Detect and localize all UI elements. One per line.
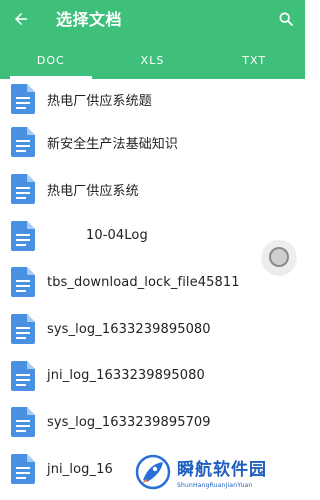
watermark-title: 瞬航软件园 xyxy=(177,460,267,480)
watermark-logo: 瞬航软件园 ShunHangRuanJianYuan xyxy=(133,448,303,496)
file-name: sys_log_1633239895080 xyxy=(47,321,211,337)
file-item[interactable]: sys_log_1633239895709 xyxy=(0,399,305,446)
file-name: jni_log_16 xyxy=(47,461,113,477)
file-name: 10-04Log xyxy=(86,228,148,244)
search-icon xyxy=(279,12,293,26)
document-icon xyxy=(11,127,35,158)
file-name: tbs_download_lock_file45811 xyxy=(47,274,240,290)
file-item[interactable]: 新安全生产法基础知识 xyxy=(0,119,305,166)
document-icon xyxy=(11,84,35,114)
document-icon xyxy=(11,454,35,485)
file-picker-screen: 选择文档 DOC XLS TXT 热电厂供应系统题 新安全生产法基础知识 热电厂… xyxy=(0,0,305,500)
file-item[interactable]: 10-04Log xyxy=(0,212,305,259)
file-item[interactable]: 热电厂供应系统 xyxy=(0,166,305,213)
floating-assist-button[interactable] xyxy=(262,240,296,274)
tab-label: DOC xyxy=(36,53,65,67)
file-item[interactable]: sys_log_1633239895080 xyxy=(0,306,305,353)
tab-label: TXT xyxy=(242,53,267,67)
file-name: jni_log_1633239895080 xyxy=(47,368,205,384)
file-item[interactable]: tbs_download_lock_file45811 xyxy=(0,259,305,306)
watermark-subtitle: ShunHangRuanJianYuan xyxy=(177,482,253,489)
tab-doc[interactable]: DOC xyxy=(0,41,102,79)
file-name: sys_log_1633239895709 xyxy=(47,414,211,430)
document-icon xyxy=(11,314,35,345)
file-name: 热电厂供应系统 xyxy=(47,183,139,199)
tab-txt[interactable]: TXT xyxy=(203,41,305,79)
file-item[interactable]: 热电厂供应系统题 xyxy=(0,79,305,119)
file-name: 热电厂供应系统题 xyxy=(47,93,152,109)
document-icon xyxy=(11,407,35,438)
app-bar: 选择文档 xyxy=(0,0,305,41)
document-icon xyxy=(11,220,35,251)
tab-xls[interactable]: XLS xyxy=(102,41,204,79)
search-button[interactable] xyxy=(275,8,297,30)
file-item[interactable]: jni_log_1633239895080 xyxy=(0,352,305,399)
arrow-left-icon xyxy=(15,13,27,25)
file-type-tabs: DOC XLS TXT xyxy=(0,41,305,79)
file-list: 热电厂供应系统题 新安全生产法基础知识 热电厂供应系统 10-04Log tbs… xyxy=(0,79,305,500)
file-name: 新安全生产法基础知识 xyxy=(47,136,179,152)
page-title: 选择文档 xyxy=(56,10,123,29)
document-icon xyxy=(11,360,35,391)
back-button[interactable] xyxy=(10,8,32,30)
document-icon xyxy=(11,174,35,205)
tab-label: XLS xyxy=(140,53,165,67)
document-icon xyxy=(11,267,35,298)
rocket-logo-icon xyxy=(135,454,171,490)
